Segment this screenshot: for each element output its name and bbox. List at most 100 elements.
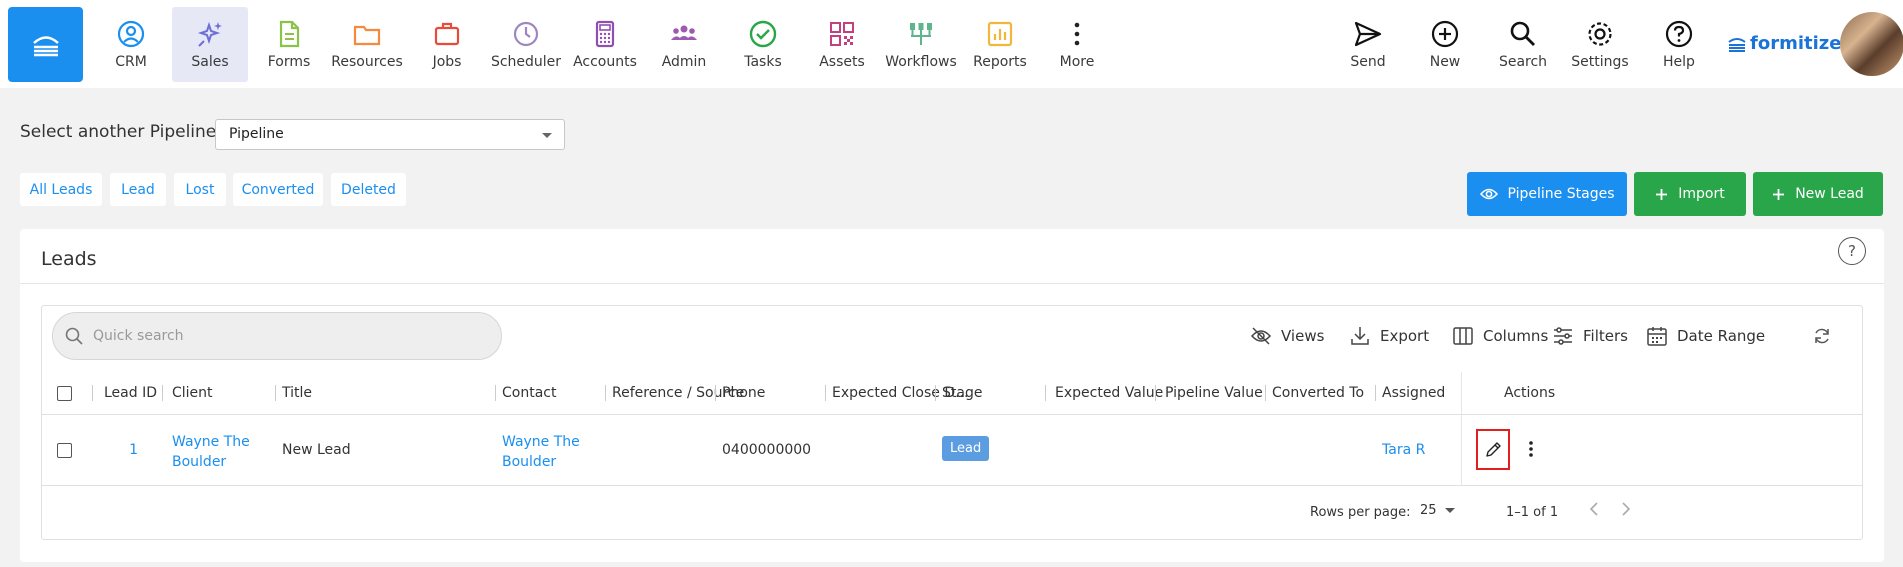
home-logo-icon bbox=[32, 35, 59, 56]
edit-button[interactable] bbox=[1476, 429, 1510, 470]
quick-search-input[interactable]: Quick search bbox=[52, 312, 502, 360]
nav-sales-label: Sales bbox=[191, 54, 229, 70]
column-converted-to[interactable]: Converted To bbox=[1272, 385, 1364, 401]
client-link-line1[interactable]: Wayne The bbox=[172, 432, 250, 452]
filter-all-leads[interactable]: All Leads bbox=[20, 173, 102, 206]
nav-tasks[interactable]: Tasks bbox=[725, 7, 801, 82]
rows-per-page-select[interactable]: 25 bbox=[1420, 503, 1455, 518]
row-checkbox[interactable] bbox=[57, 443, 72, 458]
nav-reports[interactable]: Reports bbox=[962, 7, 1038, 82]
table-row[interactable]: 1 Wayne The Boulder New Lead Wayne The B… bbox=[42, 372, 1862, 486]
nav-search-label: Search bbox=[1498, 54, 1548, 70]
nav-resources[interactable]: Resources bbox=[329, 7, 405, 82]
nav-send[interactable]: Send bbox=[1330, 7, 1406, 82]
qr-code-icon bbox=[830, 22, 854, 46]
column-separator bbox=[935, 385, 936, 401]
filter-deleted[interactable]: Deleted bbox=[331, 173, 406, 206]
plus-icon bbox=[1656, 188, 1668, 200]
cell-lead-id[interactable]: 1 bbox=[128, 442, 138, 458]
column-lead-id[interactable]: Lead ID bbox=[104, 385, 157, 401]
workflow-icon bbox=[910, 23, 932, 45]
home-logo-button[interactable] bbox=[8, 7, 83, 82]
lead-id-link[interactable]: 1 bbox=[129, 442, 138, 458]
refresh-icon bbox=[1815, 328, 1829, 344]
new-lead-button[interactable]: New Lead bbox=[1753, 172, 1883, 216]
filter-converted[interactable]: Converted bbox=[233, 173, 323, 206]
document-icon bbox=[279, 20, 300, 48]
nav-tasks-label: Tasks bbox=[744, 54, 782, 70]
nav-jobs[interactable]: Jobs bbox=[409, 7, 485, 82]
pipeline-select[interactable]: Pipeline bbox=[215, 119, 565, 150]
column-separator bbox=[1375, 385, 1376, 401]
nav-workflows[interactable]: Workflows bbox=[883, 7, 959, 82]
column-expected-value[interactable]: Expected Value bbox=[1055, 385, 1163, 401]
column-assigned[interactable]: Assigned bbox=[1382, 385, 1445, 401]
help-icon bbox=[1665, 20, 1693, 48]
clock-icon bbox=[513, 21, 539, 47]
nav-more[interactable]: More bbox=[1039, 7, 1115, 82]
contact-link-line2[interactable]: Boulder bbox=[502, 452, 580, 472]
nav-forms-label: Forms bbox=[267, 54, 311, 70]
date-range-label: Date Range bbox=[1677, 327, 1766, 345]
sparkle-icon bbox=[197, 21, 222, 47]
next-page-button[interactable] bbox=[1620, 501, 1632, 521]
briefcase-icon bbox=[434, 22, 460, 46]
nav-settings[interactable]: Settings bbox=[1562, 7, 1638, 82]
columns-button[interactable]: Columns bbox=[1452, 325, 1548, 347]
views-label: Views bbox=[1281, 327, 1325, 345]
column-separator bbox=[92, 385, 93, 401]
prev-page-button[interactable] bbox=[1588, 501, 1600, 521]
nav-admin[interactable]: Admin bbox=[646, 7, 722, 82]
column-client[interactable]: Client bbox=[172, 385, 213, 401]
cell-client[interactable]: Wayne The Boulder bbox=[172, 432, 250, 472]
column-phone[interactable]: Phone bbox=[722, 385, 765, 401]
cell-contact[interactable]: Wayne The Boulder bbox=[502, 432, 580, 472]
avatar[interactable] bbox=[1840, 12, 1903, 76]
export-label: Export bbox=[1380, 327, 1430, 345]
date-range-button[interactable]: Date Range bbox=[1646, 325, 1765, 347]
column-contact[interactable]: Contact bbox=[502, 385, 556, 401]
rows-per-page-value: 25 bbox=[1420, 503, 1437, 518]
filters-button[interactable]: Filters bbox=[1552, 325, 1628, 347]
pagination-range: 1–1 of 1 bbox=[1506, 505, 1559, 520]
pipeline-select-value: Pipeline bbox=[229, 126, 284, 142]
help-icon[interactable]: ? bbox=[1838, 237, 1866, 265]
filter-lost[interactable]: Lost bbox=[174, 173, 226, 206]
views-button[interactable]: Views bbox=[1250, 325, 1324, 347]
nav-accounts[interactable]: Accounts bbox=[567, 7, 643, 82]
select-all-checkbox[interactable] bbox=[57, 386, 72, 401]
column-separator bbox=[715, 385, 716, 401]
send-icon bbox=[1354, 21, 1382, 47]
contact-link-line1[interactable]: Wayne The bbox=[502, 432, 580, 452]
actions-column-divider bbox=[1461, 372, 1462, 486]
more-vertical-icon bbox=[1529, 441, 1533, 457]
column-separator bbox=[1045, 385, 1046, 401]
nav-forms[interactable]: Forms bbox=[251, 7, 327, 82]
download-icon bbox=[1351, 327, 1369, 345]
cell-assigned[interactable]: Tara R bbox=[1382, 442, 1425, 458]
nav-scheduler[interactable]: Scheduler bbox=[488, 7, 564, 82]
column-actions: Actions bbox=[1504, 385, 1556, 401]
nav-jobs-label: Jobs bbox=[432, 54, 462, 70]
assigned-link[interactable]: Tara R bbox=[1382, 442, 1425, 458]
export-button[interactable]: Export bbox=[1349, 325, 1429, 347]
sliders-icon bbox=[1554, 327, 1572, 345]
import-button[interactable]: Import bbox=[1634, 172, 1746, 216]
filter-lead[interactable]: Lead bbox=[110, 173, 166, 206]
nav-sales[interactable]: Sales bbox=[172, 7, 248, 82]
refresh-button[interactable] bbox=[1812, 326, 1832, 350]
row-more-button[interactable] bbox=[1524, 434, 1538, 464]
pipeline-stages-button[interactable]: Pipeline Stages bbox=[1467, 172, 1627, 216]
client-link-line2[interactable]: Boulder bbox=[172, 452, 250, 472]
new-lead-label: New Lead bbox=[1795, 186, 1864, 202]
column-title[interactable]: Title bbox=[282, 385, 312, 401]
column-pipeline-value[interactable]: Pipeline Value bbox=[1165, 385, 1263, 401]
plus-circle-icon bbox=[1431, 20, 1459, 48]
column-stage[interactable]: Stage bbox=[942, 385, 982, 401]
import-label: Import bbox=[1678, 186, 1725, 202]
nav-search[interactable]: Search bbox=[1485, 7, 1561, 82]
nav-new[interactable]: New bbox=[1407, 7, 1483, 82]
nav-crm[interactable]: CRM bbox=[93, 7, 169, 82]
nav-help[interactable]: Help bbox=[1641, 7, 1717, 82]
nav-assets[interactable]: Assets bbox=[804, 7, 880, 82]
